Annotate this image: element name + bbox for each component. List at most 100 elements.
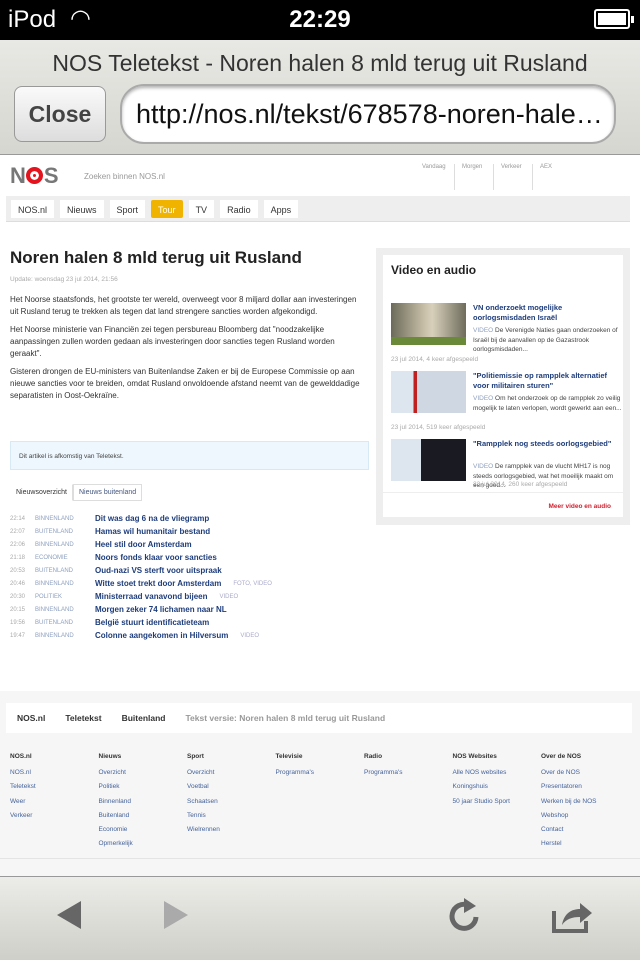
more-video-link[interactable]: Meer video en audio [549,503,612,510]
footer-link[interactable]: Contact [541,826,630,833]
page-title: NOS Teletekst - Noren halen 8 mld terug … [52,50,588,76]
footer-link[interactable]: Buitenland [99,812,188,819]
news-row[interactable]: 22:06 BINNENLAND Heel stil door Amsterdam [10,538,370,551]
news-headline[interactable]: Heel stil door Amsterdam [95,540,192,549]
news-row[interactable]: 21:18 ECONOMIE Noors fonds klaar voor sanc… [10,551,370,564]
browser-header: NOS Teletekst - Noren halen 8 mld terug … [0,40,640,155]
nav-item-apps[interactable]: Apps [263,199,299,218]
footer-link[interactable]: Wielrennen [187,826,276,833]
news-category[interactable]: BUITENLAND [35,568,95,574]
footer-link[interactable]: Koningshuis [453,783,542,790]
back-icon[interactable] [55,899,83,931]
footer-link[interactable]: Over de NOS [541,769,630,776]
news-row[interactable]: 22:07 BUITENLAND Hamas wil humanitair best… [10,525,370,538]
footer-link[interactable]: Teletekst [10,783,99,790]
news-headline[interactable]: Morgen zeker 74 lichamen naar NL [95,605,227,614]
video-thumbnail[interactable] [391,439,466,481]
news-row[interactable]: 19:56 BUITENLAND België stuurt identificat… [10,616,370,629]
reload-icon[interactable] [446,897,482,935]
news-row[interactable]: 20:53 BUITENLAND Oud-nazi VS sterft voor u… [10,564,370,577]
tab-nieuwsoverzicht[interactable]: Nieuwsoverzicht [10,484,73,501]
footer-link[interactable]: Weer [10,798,99,805]
news-category[interactable]: BINNENLAND [35,581,95,587]
footer-link[interactable]: Alle NOS websites [453,769,542,776]
video-tag: VIDEO [473,327,494,334]
news-category[interactable]: POLITIEK [35,594,95,600]
nav-item-nieuws[interactable]: Nieuws [60,199,104,218]
news-category[interactable]: BUITENLAND [35,620,95,626]
news-media-tag: FOTO, VIDEO [233,580,272,587]
footer-link[interactable]: NOS.nl [10,769,99,776]
news-headline[interactable]: Dit was dag 6 na de vliegramp [95,514,209,523]
news-row[interactable]: 22:14 BINNENLAND Dit was dag 6 na de vlieg… [10,512,370,525]
video-panel: Video en audio VN onderzoekt mogelijke o… [376,248,630,525]
video-title[interactable]: VN onderzoekt mogelijke oorlogsmisdaden … [473,303,625,323]
news-category[interactable]: ECONOMIE [35,555,95,561]
search-input[interactable]: Zoeken binnen NOS.nl [84,172,165,181]
video-thumbnail[interactable] [391,371,466,413]
news-row[interactable]: 20:15 BINNENLAND Morgen zeker 74 lichamen … [10,603,370,616]
footer-column-heading: Over de NOS [541,753,582,760]
news-headline[interactable]: Hamas wil humanitair bestand [95,527,210,536]
footer-column-heading: NOS Websites [452,753,497,760]
news-category[interactable]: BUITENLAND [35,529,95,535]
footer-link[interactable]: Binnenland [99,798,188,805]
nav-item-nos-nl[interactable]: NOS.nl [11,199,55,218]
news-headline[interactable]: Witte stoet trekt door Amsterdam [95,579,221,588]
video-title[interactable]: "Rampplek nog steeds oorlogsgebied" [473,439,625,449]
footer-link[interactable]: Overzicht [99,769,188,776]
footer-link[interactable]: Voetbal [187,783,276,790]
footer-link[interactable]: Herstel [541,840,630,847]
footer-link[interactable]: Tennis [187,812,276,819]
url-field[interactable]: http://nos.nl/tekst/678578-noren-halen-8… [120,84,616,144]
news-headline[interactable]: België stuurt identificatieteam [95,618,209,627]
footer-link[interactable]: Webshop [541,812,630,819]
news-category[interactable]: BINNENLAND [35,542,95,548]
footer-link[interactable]: Programma's [276,769,365,776]
top-link[interactable]: Verkeer [493,164,532,190]
nav-item-radio[interactable]: Radio [220,199,258,218]
nav-item-tv[interactable]: TV [188,199,215,218]
footer-link[interactable]: Overzicht [187,769,276,776]
news-headline[interactable]: Colonne aangekomen in Hilversum [95,631,228,640]
footer: NOS.nl Teletekst Buitenland Tekst versie… [0,691,640,876]
footer-column-heading: Sport [187,753,204,760]
footer-column: Sport Overzicht Voetbal Schaatsen Tennis Wiel… [187,753,276,855]
breadcrumb-buitenland[interactable]: Buitenland [122,713,166,723]
breadcrumb-nos[interactable]: NOS.nl [17,713,45,723]
footer-link[interactable]: Presentatoren [541,783,630,790]
close-button[interactable]: Close [14,86,106,142]
news-headline[interactable]: Oud-nazi VS sterft voor uitspraak [95,566,222,575]
nos-logo[interactable]: NS [10,163,59,189]
forward-icon[interactable] [162,899,190,931]
news-row[interactable]: 20:46 BINNENLAND Witte stoet trekt door Am… [10,577,370,590]
footer-link[interactable]: Opmerkelijk [99,840,188,847]
battery-icon [594,9,634,29]
news-row[interactable]: 20:30 POLITIEK Ministerraad vanavond bijee… [10,590,370,603]
footer-link[interactable]: Schaatsen [187,798,276,805]
breadcrumb-teletekst[interactable]: Teletekst [65,713,101,723]
nav-item-sport[interactable]: Sport [109,199,146,218]
footer-link[interactable]: Programma's [364,769,453,776]
top-link[interactable]: Vandaag [415,164,454,190]
news-row[interactable]: 19:47 BINNENLAND Colonne aangekomen in Hil… [10,629,370,642]
news-time: 19:56 [10,619,26,626]
news-category[interactable]: BINNENLAND [35,607,95,613]
top-link[interactable]: Morgen [454,164,493,190]
share-icon[interactable] [550,899,594,935]
video-title[interactable]: "Politiemissie op rampplek alternatief v… [473,371,625,391]
nav-item-tour[interactable]: Tour [151,199,183,218]
video-thumbnail[interactable] [391,303,466,345]
news-headline[interactable]: Ministerraad vanavond bijeen [95,592,207,601]
footer-link[interactable]: Werken bij de NOS [541,798,630,805]
top-link[interactable]: AEX [532,164,571,190]
news-category[interactable]: BINNENLAND [35,516,95,522]
news-headline[interactable]: Noors fonds klaar voor sancties [95,553,217,562]
news-time: 20:46 [10,580,26,587]
footer-link[interactable]: Verkeer [10,812,99,819]
tab-nieuws-buitenland[interactable]: Nieuws buitenland [72,484,143,501]
footer-link[interactable]: Economie [99,826,188,833]
news-category[interactable]: BINNENLAND [35,633,95,639]
footer-link[interactable]: 50 jaar Studio Sport [453,798,542,805]
footer-link[interactable]: Politiek [99,783,188,790]
